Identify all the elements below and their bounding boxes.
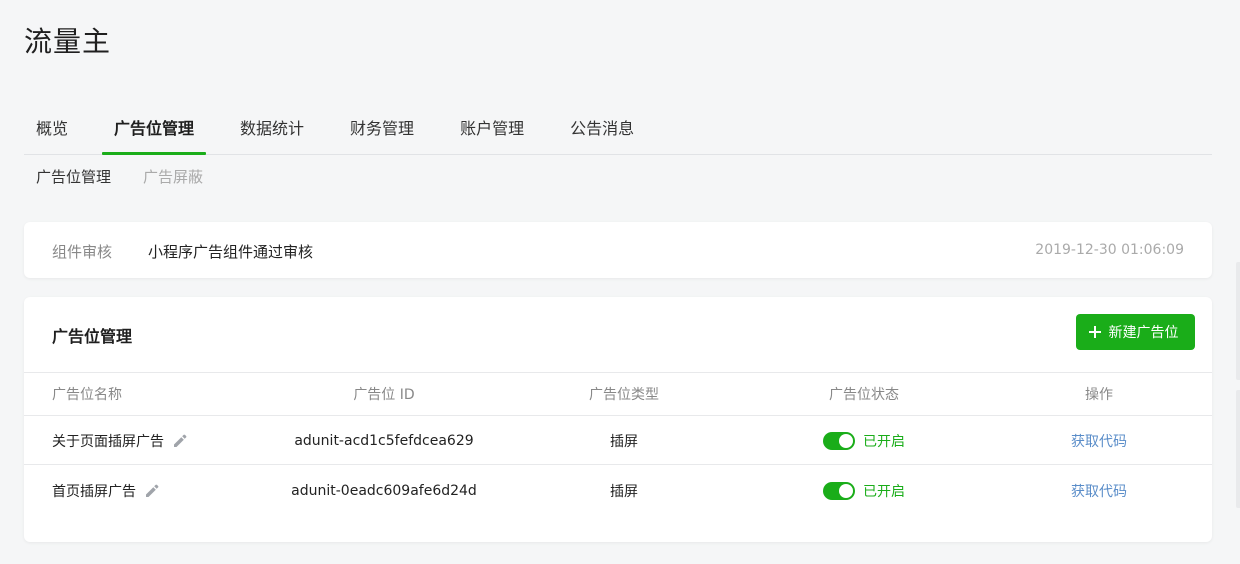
pencil-icon[interactable] bbox=[172, 433, 188, 449]
main-tab-bar: 概览 广告位管理 数据统计 财务管理 账户管理 公告消息 bbox=[24, 112, 1212, 155]
ad-unit-type: 插屏 bbox=[610, 433, 638, 450]
column-header-action: 操作 bbox=[1085, 387, 1113, 403]
get-code-link[interactable]: 获取代码 bbox=[1071, 431, 1127, 451]
status-toggle[interactable] bbox=[823, 431, 855, 450]
toggle-knob bbox=[839, 484, 853, 498]
app-title: 流量主 bbox=[24, 25, 112, 58]
table-row: 关于页面插屏广告 adunit-acd1c5fefdcea629 插屏 已开启 … bbox=[24, 417, 1212, 465]
toggle-knob bbox=[839, 433, 853, 448]
action-cell: 获取代码 bbox=[1024, 467, 1174, 515]
pencil-icon[interactable] bbox=[144, 483, 160, 499]
status-text: 已开启 bbox=[863, 484, 905, 500]
new-ad-unit-button[interactable]: 新建广告位 bbox=[1076, 314, 1195, 350]
ad-unit-type: 插屏 bbox=[610, 484, 638, 500]
plus-icon bbox=[1088, 326, 1101, 338]
column-header-name: 广告位名称 bbox=[52, 387, 122, 403]
column-header-status: 广告位状态 bbox=[829, 387, 899, 403]
subtab-ad-unit-management[interactable]: 广告位管理 bbox=[36, 166, 111, 187]
column-header-type: 广告位类型 bbox=[589, 387, 659, 403]
notice-card: 组件审核 小程序广告组件通过审核 2019-12-30 01:06:09 bbox=[24, 222, 1212, 278]
status-text: 已开启 bbox=[863, 433, 905, 450]
column-header-id: 广告位 ID bbox=[353, 387, 415, 403]
notice-text: 小程序广告组件通过审核 bbox=[148, 243, 314, 261]
tab-account[interactable]: 账户管理 bbox=[448, 112, 536, 154]
ad-unit-id: adunit-acd1c5fefdcea629 bbox=[294, 432, 474, 449]
ad-unit-name: 首页插屏广告 bbox=[52, 484, 136, 500]
tab-ad-unit-management[interactable]: 广告位管理 bbox=[102, 112, 207, 155]
status-toggle[interactable] bbox=[823, 482, 855, 500]
tab-overview[interactable]: 概览 bbox=[24, 112, 80, 154]
ad-unit-name: 关于页面插屏广告 bbox=[52, 433, 164, 450]
notice-label: 组件审核 bbox=[52, 243, 113, 261]
get-code-link[interactable]: 获取代码 bbox=[1071, 481, 1127, 501]
floating-sidebar-tab[interactable] bbox=[1236, 390, 1240, 508]
sub-tab-bar: 广告位管理 广告屏蔽 bbox=[36, 166, 235, 187]
new-ad-unit-label: 新建广告位 bbox=[1108, 325, 1179, 341]
tab-announcements[interactable]: 公告消息 bbox=[558, 112, 646, 154]
tab-statistics[interactable]: 数据统计 bbox=[228, 112, 316, 154]
notice-timestamp: 2019-12-30 01:06:09 bbox=[1035, 242, 1184, 258]
section-title: 广告位管理 bbox=[52, 327, 133, 346]
table-row: 首页插屏广告 adunit-0eadc609afe6d24d 插屏 已开启 获取… bbox=[24, 467, 1212, 515]
table-header: 广告位名称 广告位 ID 广告位类型 广告位状态 操作 bbox=[24, 372, 1212, 416]
tab-finance[interactable]: 财务管理 bbox=[338, 112, 426, 154]
floating-sidebar-tab[interactable] bbox=[1236, 262, 1240, 380]
ad-unit-name-cell: 关于页面插屏广告 bbox=[52, 417, 188, 464]
action-cell: 获取代码 bbox=[1024, 417, 1174, 464]
subtab-ad-blocking[interactable]: 广告屏蔽 bbox=[143, 166, 203, 187]
ad-unit-status-cell: 已开启 bbox=[784, 467, 944, 515]
ad-unit-status-cell: 已开启 bbox=[784, 417, 944, 464]
ad-unit-name-cell: 首页插屏广告 bbox=[52, 467, 160, 515]
ad-unit-id: adunit-0eadc609afe6d24d bbox=[291, 483, 477, 499]
ad-unit-management-card: 广告位管理 新建广告位 广告位名称 广告位 ID 广告位类型 广告位状态 操作 … bbox=[24, 297, 1212, 542]
